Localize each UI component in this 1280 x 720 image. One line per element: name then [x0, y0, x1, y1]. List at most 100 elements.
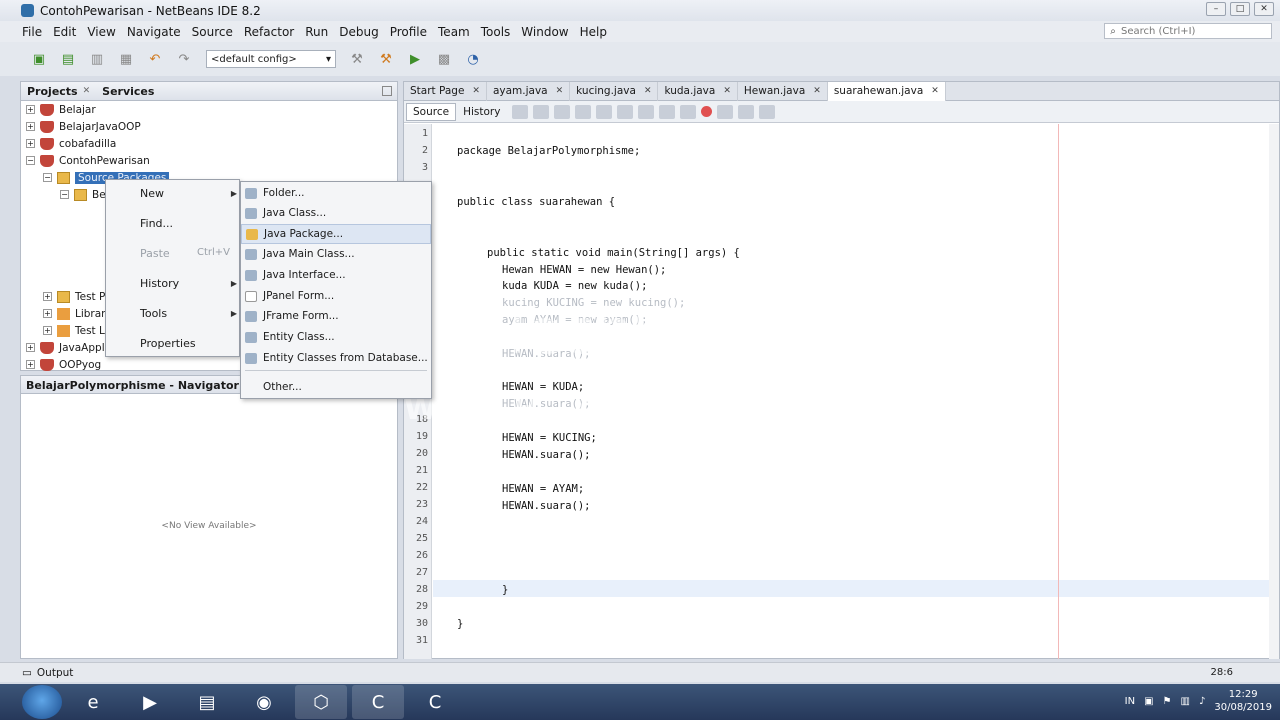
menu-view[interactable]: View	[87, 25, 115, 39]
tree-item-contohpewarisan[interactable]: − ContohPewarisan	[26, 152, 150, 169]
menu-item-find[interactable]: Find...	[140, 217, 173, 230]
tab-ayam-java[interactable]: ayam.java ✕	[487, 81, 571, 101]
find-icon[interactable]	[575, 104, 592, 119]
toggle-highlight-icon[interactable]	[638, 104, 655, 119]
expand-icon[interactable]: +	[26, 139, 35, 148]
netbeans-taskbar-icon[interactable]: ⬡	[295, 685, 347, 719]
back-icon[interactable]	[533, 104, 550, 119]
flag-icon[interactable]: ⚑	[1163, 696, 1172, 707]
recorder-tray-icon[interactable]: ▣	[1144, 696, 1153, 707]
minimize-panel-icon[interactable]	[382, 86, 392, 96]
output-button[interactable]: ▭ Output	[22, 667, 73, 679]
tab-start-page[interactable]: Start Page ✕	[404, 81, 487, 101]
menu-debug[interactable]: Debug	[339, 25, 378, 39]
menu-team[interactable]: Team	[438, 25, 470, 39]
expand-icon[interactable]: +	[26, 105, 35, 114]
close-icon[interactable]: ✕	[83, 86, 91, 96]
tree-item-belajar[interactable]: + Belajar	[26, 101, 96, 118]
close-icon[interactable]: ✕	[813, 86, 821, 96]
clean-build-icon[interactable]: ⚒	[375, 48, 397, 70]
new-file-icon[interactable]: ▣	[28, 48, 50, 70]
editor-scrollbar[interactable]	[1269, 124, 1279, 659]
camtasia-recorder-icon[interactable]: C	[409, 685, 461, 719]
run-icon[interactable]: ▶	[404, 48, 426, 70]
stop-macro-icon[interactable]	[717, 104, 734, 119]
expand-icon[interactable]: +	[43, 292, 52, 301]
expand-icon[interactable]: +	[26, 343, 35, 352]
undo-icon[interactable]: ↶	[144, 48, 166, 70]
start-button[interactable]	[22, 685, 62, 719]
menu-item-new[interactable]: New	[140, 187, 164, 200]
menu-source[interactable]: Source	[192, 25, 233, 39]
submenu-item-java-interface[interactable]: Java Interface...	[241, 265, 431, 285]
minimize-button[interactable]: –	[1206, 2, 1226, 16]
submenu-item-other[interactable]: Other...	[241, 377, 431, 397]
source-view-button[interactable]: Source	[406, 102, 457, 121]
collapse-icon[interactable]: −	[26, 156, 35, 165]
tree-item-libraries[interactable]: + Librari	[43, 305, 108, 322]
record-macro-icon[interactable]	[701, 106, 713, 117]
volume-icon[interactable]: ♪	[1199, 696, 1205, 707]
tab-services[interactable]: Services	[96, 85, 160, 98]
close-icon[interactable]: ✕	[644, 86, 652, 96]
submenu-item-jpanel-form[interactable]: JPanel Form...	[241, 286, 431, 306]
submenu-item-jframe-form[interactable]: JFrame Form...	[241, 306, 431, 326]
open-project-icon[interactable]: ▥	[86, 48, 108, 70]
search-input[interactable]: ⌕ Search (Ctrl+I)	[1104, 23, 1272, 39]
tab-kucing-java[interactable]: kucing.java ✕	[570, 81, 659, 101]
submenu-item-java-main-class[interactable]: Java Main Class...	[241, 244, 431, 264]
config-select[interactable]: <default config> ▾	[206, 50, 336, 68]
comment-icon[interactable]	[738, 104, 755, 119]
tree-item-test-packages[interactable]: + Test P	[43, 288, 105, 305]
expand-icon[interactable]: +	[26, 360, 35, 369]
expand-icon[interactable]: +	[43, 309, 52, 318]
tree-item-oopyog[interactable]: + OOPyog	[26, 356, 101, 373]
shift-right-icon[interactable]	[680, 104, 697, 119]
menu-refactor[interactable]: Refactor	[244, 25, 294, 39]
language-indicator[interactable]: IN	[1125, 696, 1135, 707]
tree-item-package[interactable]: − Be	[60, 186, 106, 203]
submenu-item-java-class[interactable]: Java Class...	[241, 203, 431, 223]
clock[interactable]: 12:29 30/08/2019	[1214, 688, 1272, 714]
internet-explorer-icon[interactable]: e	[67, 685, 119, 719]
profile-icon[interactable]: ◔	[462, 48, 484, 70]
menu-window[interactable]: Window	[521, 25, 568, 39]
submenu-item-java-package[interactable]: Java Package...	[241, 224, 431, 244]
tab-suarahewan-java[interactable]: suarahewan.java ✕	[827, 81, 946, 101]
close-button[interactable]: ✕	[1254, 2, 1274, 16]
tab-hewan-java[interactable]: Hewan.java ✕	[738, 81, 828, 101]
menu-run[interactable]: Run	[305, 25, 328, 39]
submenu-item-entity-class[interactable]: Entity Class...	[241, 327, 431, 347]
chrome-icon[interactable]: ◉	[238, 685, 290, 719]
submenu-item-folder[interactable]: Folder...	[241, 183, 431, 203]
tab-projects[interactable]: Projects ✕	[21, 85, 96, 98]
find-previous-icon[interactable]	[596, 104, 613, 119]
shift-left-icon[interactable]	[659, 104, 676, 119]
menu-item-properties[interactable]: Properties	[140, 337, 196, 350]
tree-item-cobafadilla[interactable]: + cobafadilla	[26, 135, 116, 152]
tree-item-test-libraries[interactable]: + Test L	[43, 322, 105, 339]
tab-kuda-java[interactable]: kuda.java ✕	[658, 81, 738, 101]
menu-tools[interactable]: Tools	[481, 25, 511, 39]
close-icon[interactable]: ✕	[723, 86, 731, 96]
save-all-icon[interactable]: ▦	[115, 48, 137, 70]
menu-edit[interactable]: Edit	[53, 25, 76, 39]
tree-item-javaapplication[interactable]: + JavaApplic	[26, 339, 113, 356]
expand-icon[interactable]: +	[43, 326, 52, 335]
menu-profile[interactable]: Profile	[390, 25, 427, 39]
redo-icon[interactable]: ↷	[173, 48, 195, 70]
new-project-icon[interactable]: ▤	[57, 48, 79, 70]
build-icon[interactable]: ⚒	[346, 48, 368, 70]
network-icon[interactable]: ▥	[1181, 696, 1190, 707]
camtasia-icon[interactable]: C	[352, 685, 404, 719]
forward-icon[interactable]	[554, 104, 571, 119]
close-icon[interactable]: ✕	[556, 86, 564, 96]
menu-help[interactable]: Help	[580, 25, 607, 39]
debug-icon[interactable]: ▩	[433, 48, 455, 70]
menu-item-history[interactable]: History	[140, 277, 179, 290]
expand-icon[interactable]: +	[26, 122, 35, 131]
collapse-icon[interactable]: −	[60, 190, 69, 199]
uncomment-icon[interactable]	[759, 104, 776, 119]
file-explorer-icon[interactable]: ▤	[181, 685, 233, 719]
maximize-button[interactable]: □	[1230, 2, 1250, 16]
